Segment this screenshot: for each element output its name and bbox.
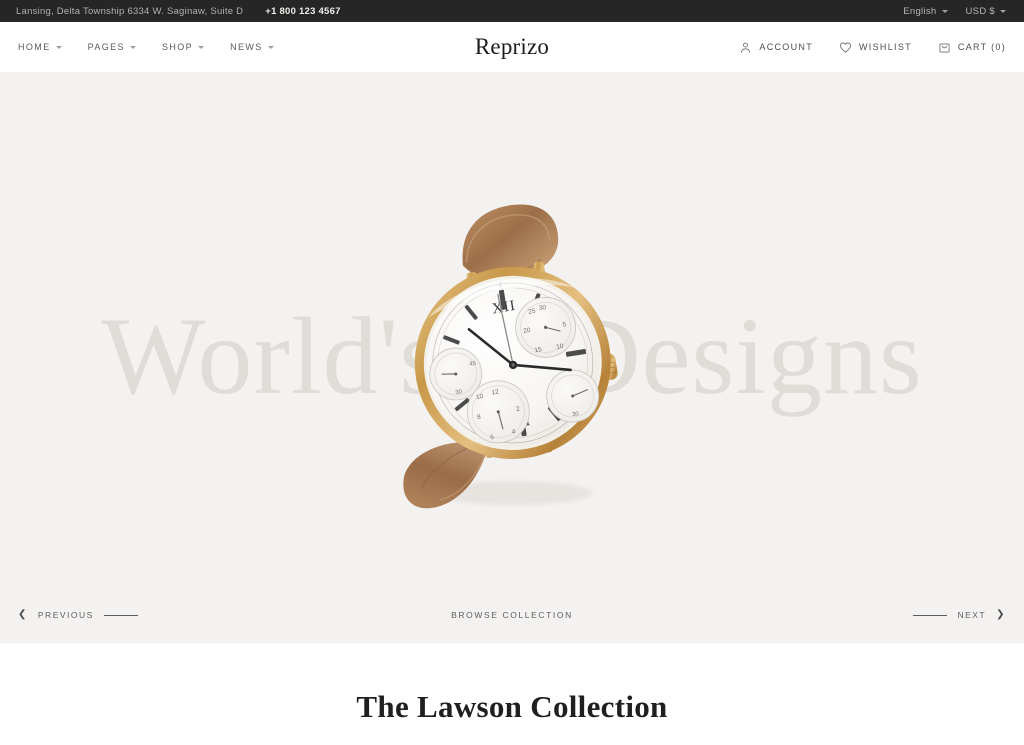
svg-text:20: 20	[523, 326, 532, 334]
hero-previous-button[interactable]: ❮ PREVIOUS	[18, 610, 138, 620]
chevron-right-icon: ❯	[996, 609, 1006, 620]
chevron-left-icon: ❮	[18, 609, 28, 620]
chevron-down-icon	[198, 45, 205, 49]
collection-title: The Lawson Collection	[356, 689, 668, 724]
account-link[interactable]: ACCOUNT	[739, 41, 813, 54]
store-phone[interactable]: +1 800 123 4567	[265, 6, 340, 17]
currency-selector[interactable]: USD $	[966, 6, 1006, 17]
nav-item-shop-label: SHOP	[161, 42, 194, 52]
shopping-bag-icon	[938, 41, 951, 54]
nav-item-news-label: NEWS	[230, 42, 263, 52]
chevron-down-icon	[1000, 9, 1006, 13]
top-utility-bar: Lansing, Delta Township 6334 W. Saginaw,…	[0, 0, 1024, 22]
hero-slider-controls: ❮ PREVIOUS BROWSE COLLECTION NEXT ❯	[0, 587, 1024, 643]
nav-item-home-label: HOME	[18, 42, 51, 52]
cart-link[interactable]: CART (0)	[938, 41, 1006, 54]
topbar-selectors: English USD $	[903, 6, 1006, 17]
site-logo[interactable]: Reprizo	[475, 34, 549, 60]
hero-next-label: NEXT	[957, 610, 987, 620]
hero-slider: World's Designs XII 30 5 10 15 20 25 45 …	[0, 72, 1024, 643]
svg-text:12: 12	[491, 388, 500, 396]
chevron-down-icon	[55, 45, 62, 49]
svg-text:30: 30	[538, 304, 547, 312]
svg-text:10: 10	[556, 342, 565, 350]
chevron-down-icon	[941, 9, 948, 13]
site-header: HOME PAGES SHOP NEWS Reprizo ACCOUNT WIS…	[0, 22, 1024, 72]
browse-collection-button[interactable]: BROWSE COLLECTION	[451, 610, 573, 620]
cart-link-label: CART (0)	[957, 42, 1006, 52]
nav-item-pages-label: PAGES	[87, 42, 125, 52]
hero-next-button[interactable]: NEXT ❯	[913, 610, 1006, 620]
hero-previous-rule	[103, 614, 138, 616]
hero-previous-label: PREVIOUS	[37, 610, 94, 620]
wishlist-link-label: WISHLIST	[859, 42, 912, 52]
nav-item-shop[interactable]: SHOP	[161, 42, 205, 52]
heart-icon	[839, 41, 852, 54]
wishlist-link[interactable]: WISHLIST	[839, 41, 912, 54]
chevron-down-icon	[267, 45, 274, 49]
svg-text:15: 15	[534, 346, 543, 354]
collection-section: The Lawson Collection	[0, 643, 1024, 745]
user-icon	[739, 41, 752, 54]
nav-item-news[interactable]: NEWS	[230, 42, 274, 52]
hero-next-rule	[913, 614, 948, 616]
svg-text:10: 10	[476, 392, 485, 400]
nav-item-pages[interactable]: PAGES	[88, 42, 136, 52]
language-selector-label: English	[903, 5, 937, 17]
topbar-contact-info: Lansing, Delta Township 6334 W. Saginaw,…	[16, 6, 341, 17]
currency-selector-label: USD $	[965, 5, 995, 17]
chevron-down-icon	[129, 45, 136, 49]
language-selector[interactable]: English	[903, 5, 948, 17]
svg-text:25: 25	[528, 307, 537, 315]
hero-product-image[interactable]: XII VI 30 5 10 15 20 25	[362, 193, 662, 523]
store-address: Lansing, Delta Township 6334 W. Saginaw,…	[16, 5, 244, 17]
header-actions: ACCOUNT WISHLIST CART (0)	[739, 41, 1006, 54]
account-link-label: ACCOUNT	[759, 42, 814, 52]
nav-item-home[interactable]: HOME	[18, 42, 62, 52]
main-navigation: HOME PAGES SHOP NEWS	[18, 42, 274, 52]
